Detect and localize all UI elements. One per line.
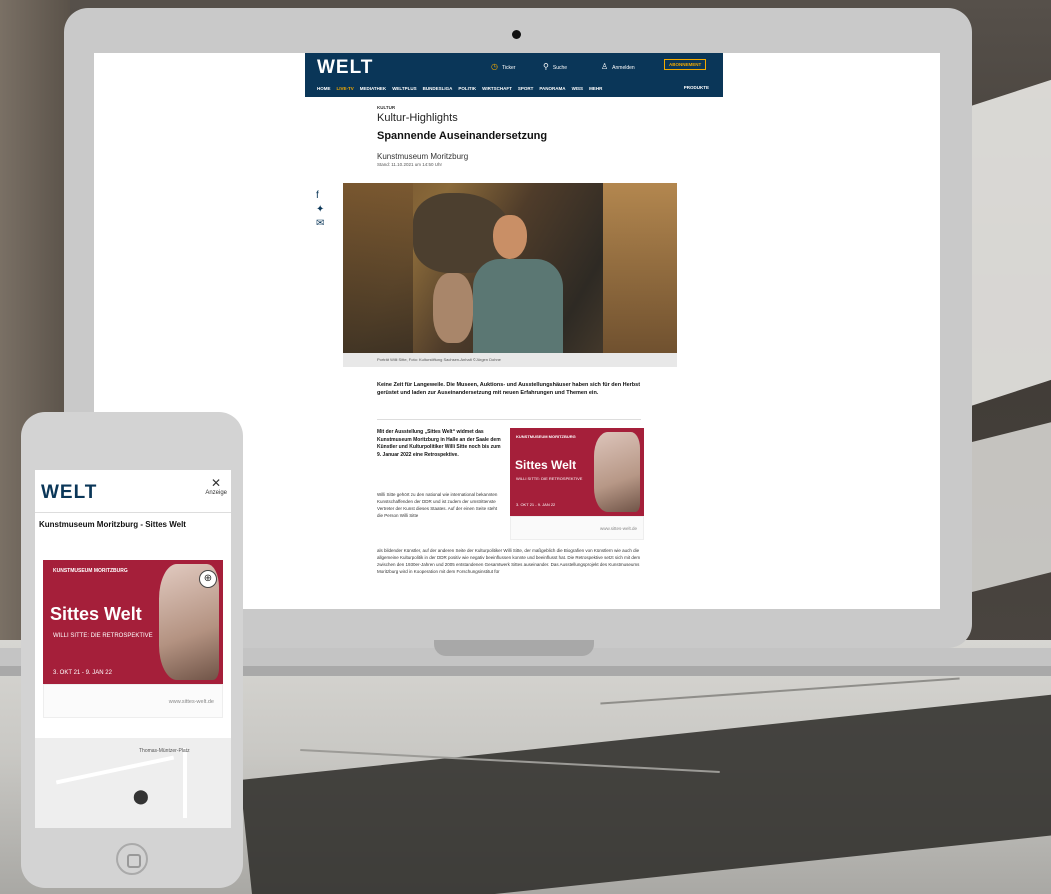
home-icon [127, 854, 141, 868]
article-timestamp: Stand: 11.10.2021 um 14:50 Uhr [377, 162, 442, 167]
map-pin-icon[interactable]: ⬤ [133, 788, 149, 805]
map[interactable]: Thomas-Müntzer-Platz ⬤ [35, 738, 231, 828]
article-category: Kultur-Highlights [377, 112, 458, 124]
user-icon: ♙ [601, 62, 609, 71]
abo-button[interactable]: ABONNEMENT [664, 59, 707, 70]
nav-mehr[interactable]: MEHR [589, 86, 602, 91]
laptop-camera [512, 30, 521, 39]
phone-frame: WELT ✕ Anzeige Kunstmuseum Moritzburg - … [21, 412, 243, 888]
nav-wiss[interactable]: WISS [572, 86, 584, 91]
map-road [55, 755, 175, 785]
article-paragraph: Willi Sitte gehört zu den national wie i… [377, 492, 498, 518]
article-headline: Spannende Auseinandersetzung [377, 130, 548, 142]
ad-museum: KUNSTMUSEUM MORITZBURG [516, 434, 576, 439]
ad-title: Sittes Welt [515, 458, 577, 472]
social-share: f ✦ ✉ [316, 191, 324, 233]
mail-icon[interactable]: ✉ [316, 219, 324, 229]
ad-subtitle: WILLI SITTE: DIE RETROSPEKTIVE [53, 633, 153, 639]
ad-museum: KUNSTMUSEUM MORITZBURG [53, 568, 128, 574]
ad-title: Sittes Welt [50, 604, 142, 624]
nav-sport[interactable]: SPORT [518, 86, 534, 91]
ad-dates: 3. OKT 21 - 9. JAN 22 [53, 670, 112, 676]
hero-image-shape [433, 273, 473, 343]
hero-image-shape [493, 215, 527, 259]
exhibition-ad[interactable]: KUNSTMUSEUM MORITZBURG Sittes Welt WILLI… [510, 428, 644, 516]
ad-footer: www.sittes-welt.de [510, 516, 644, 540]
search-button[interactable]: ⚲ Suche [543, 62, 567, 71]
nav-politik[interactable]: POLITIK [458, 86, 476, 91]
mobile-exhibition-ad[interactable]: KUNSTMUSEUM MORITZBURG Sittes Welt WILLI… [43, 560, 223, 684]
hero-image-shape [343, 183, 413, 353]
background-light-lower [960, 415, 1051, 595]
home-button[interactable] [116, 843, 148, 875]
hero-image-shape [603, 183, 677, 353]
ad-dates: 3. OKT 21 - 9. JAN 22 [516, 502, 556, 507]
divider [35, 512, 231, 513]
nav-live-tv[interactable]: LIVE-TV [337, 86, 354, 91]
search-label: Suche [552, 65, 568, 71]
article-header: KULTUR Kultur-Highlights Spannende Ausei… [377, 105, 677, 167]
article-source: Kunstmuseum Moritzburg [377, 152, 469, 161]
welt-logo[interactable]: WELT [317, 57, 373, 79]
login-button[interactable]: ♙ Anmelden [601, 62, 635, 71]
ad-url[interactable]: www.sittes-welt.de [169, 699, 214, 705]
map-road [183, 748, 187, 818]
ad-url[interactable]: www.sittes-welt.de [600, 526, 637, 531]
ticker-label: Ticker [501, 65, 516, 71]
clock-icon: ◷ [491, 62, 498, 71]
nav-produkte[interactable]: PRODUKTE [684, 85, 709, 90]
ad-label: Anzeige [205, 490, 227, 496]
site-header: WELT ◷ Ticker ⚲ Suche ♙ Anmelden ABONNEMENT… [305, 53, 723, 97]
mobile-ad-title: Kunstmuseum Moritzburg - Sittes Welt [39, 520, 186, 529]
nav-mediathek[interactable]: MEDIATHEK [360, 86, 386, 91]
image-caption-bar: Porträt Willi Sitte, Foto: Kulturstiftun… [343, 353, 677, 367]
phone-screen: WELT ✕ Anzeige Kunstmuseum Moritzburg - … [35, 470, 231, 828]
ad-footer: www.sittes-welt.de [43, 684, 223, 718]
article-paragraph-bold: Mit der Ausstellung „Sittes Welt“ widmet… [377, 429, 501, 458]
nav-bundesliga[interactable]: BUNDESLIGA [423, 86, 453, 91]
divider [377, 419, 641, 420]
welt-logo-mobile[interactable]: WELT [41, 482, 97, 504]
article-lead: Keine Zeit für Langeweile. Die Museen, A… [377, 382, 641, 396]
hero-image [343, 183, 677, 353]
laptop-notch [434, 640, 594, 656]
close-icon[interactable]: ✕ [211, 476, 221, 490]
zoom-in-icon[interactable]: ⊕ [199, 570, 217, 588]
main-nav: HOME LIVE-TV MEDIATHEK WELTPLUS BUNDESLI… [305, 81, 723, 95]
article-kicker: KULTUR [377, 105, 396, 110]
login-label: Anmelden [612, 65, 635, 71]
ad-subtitle: WILLI SITTE: DIE RETROSPEKTIVE [516, 476, 583, 481]
facebook-icon[interactable]: f [316, 191, 324, 201]
map-label: Thomas-Müntzer-Platz [139, 748, 190, 754]
article-paragraph-wide: als bildender Künstler, auf der anderen … [377, 548, 641, 574]
ticker-button[interactable]: ◷ Ticker [491, 62, 515, 71]
search-icon: ⚲ [543, 62, 549, 71]
image-caption: Porträt Willi Sitte, Foto: Kulturstiftun… [377, 357, 501, 362]
nav-home[interactable]: HOME [317, 86, 331, 91]
nav-wirtschaft[interactable]: WIRTSCHAFT [482, 86, 512, 91]
background-light [960, 70, 1051, 410]
ad-artwork [594, 432, 640, 512]
hero-image-shape [473, 259, 563, 353]
nav-panorama[interactable]: PANORAMA [539, 86, 565, 91]
twitter-icon[interactable]: ✦ [316, 205, 324, 215]
nav-weltplus[interactable]: WELTPLUS [392, 86, 416, 91]
